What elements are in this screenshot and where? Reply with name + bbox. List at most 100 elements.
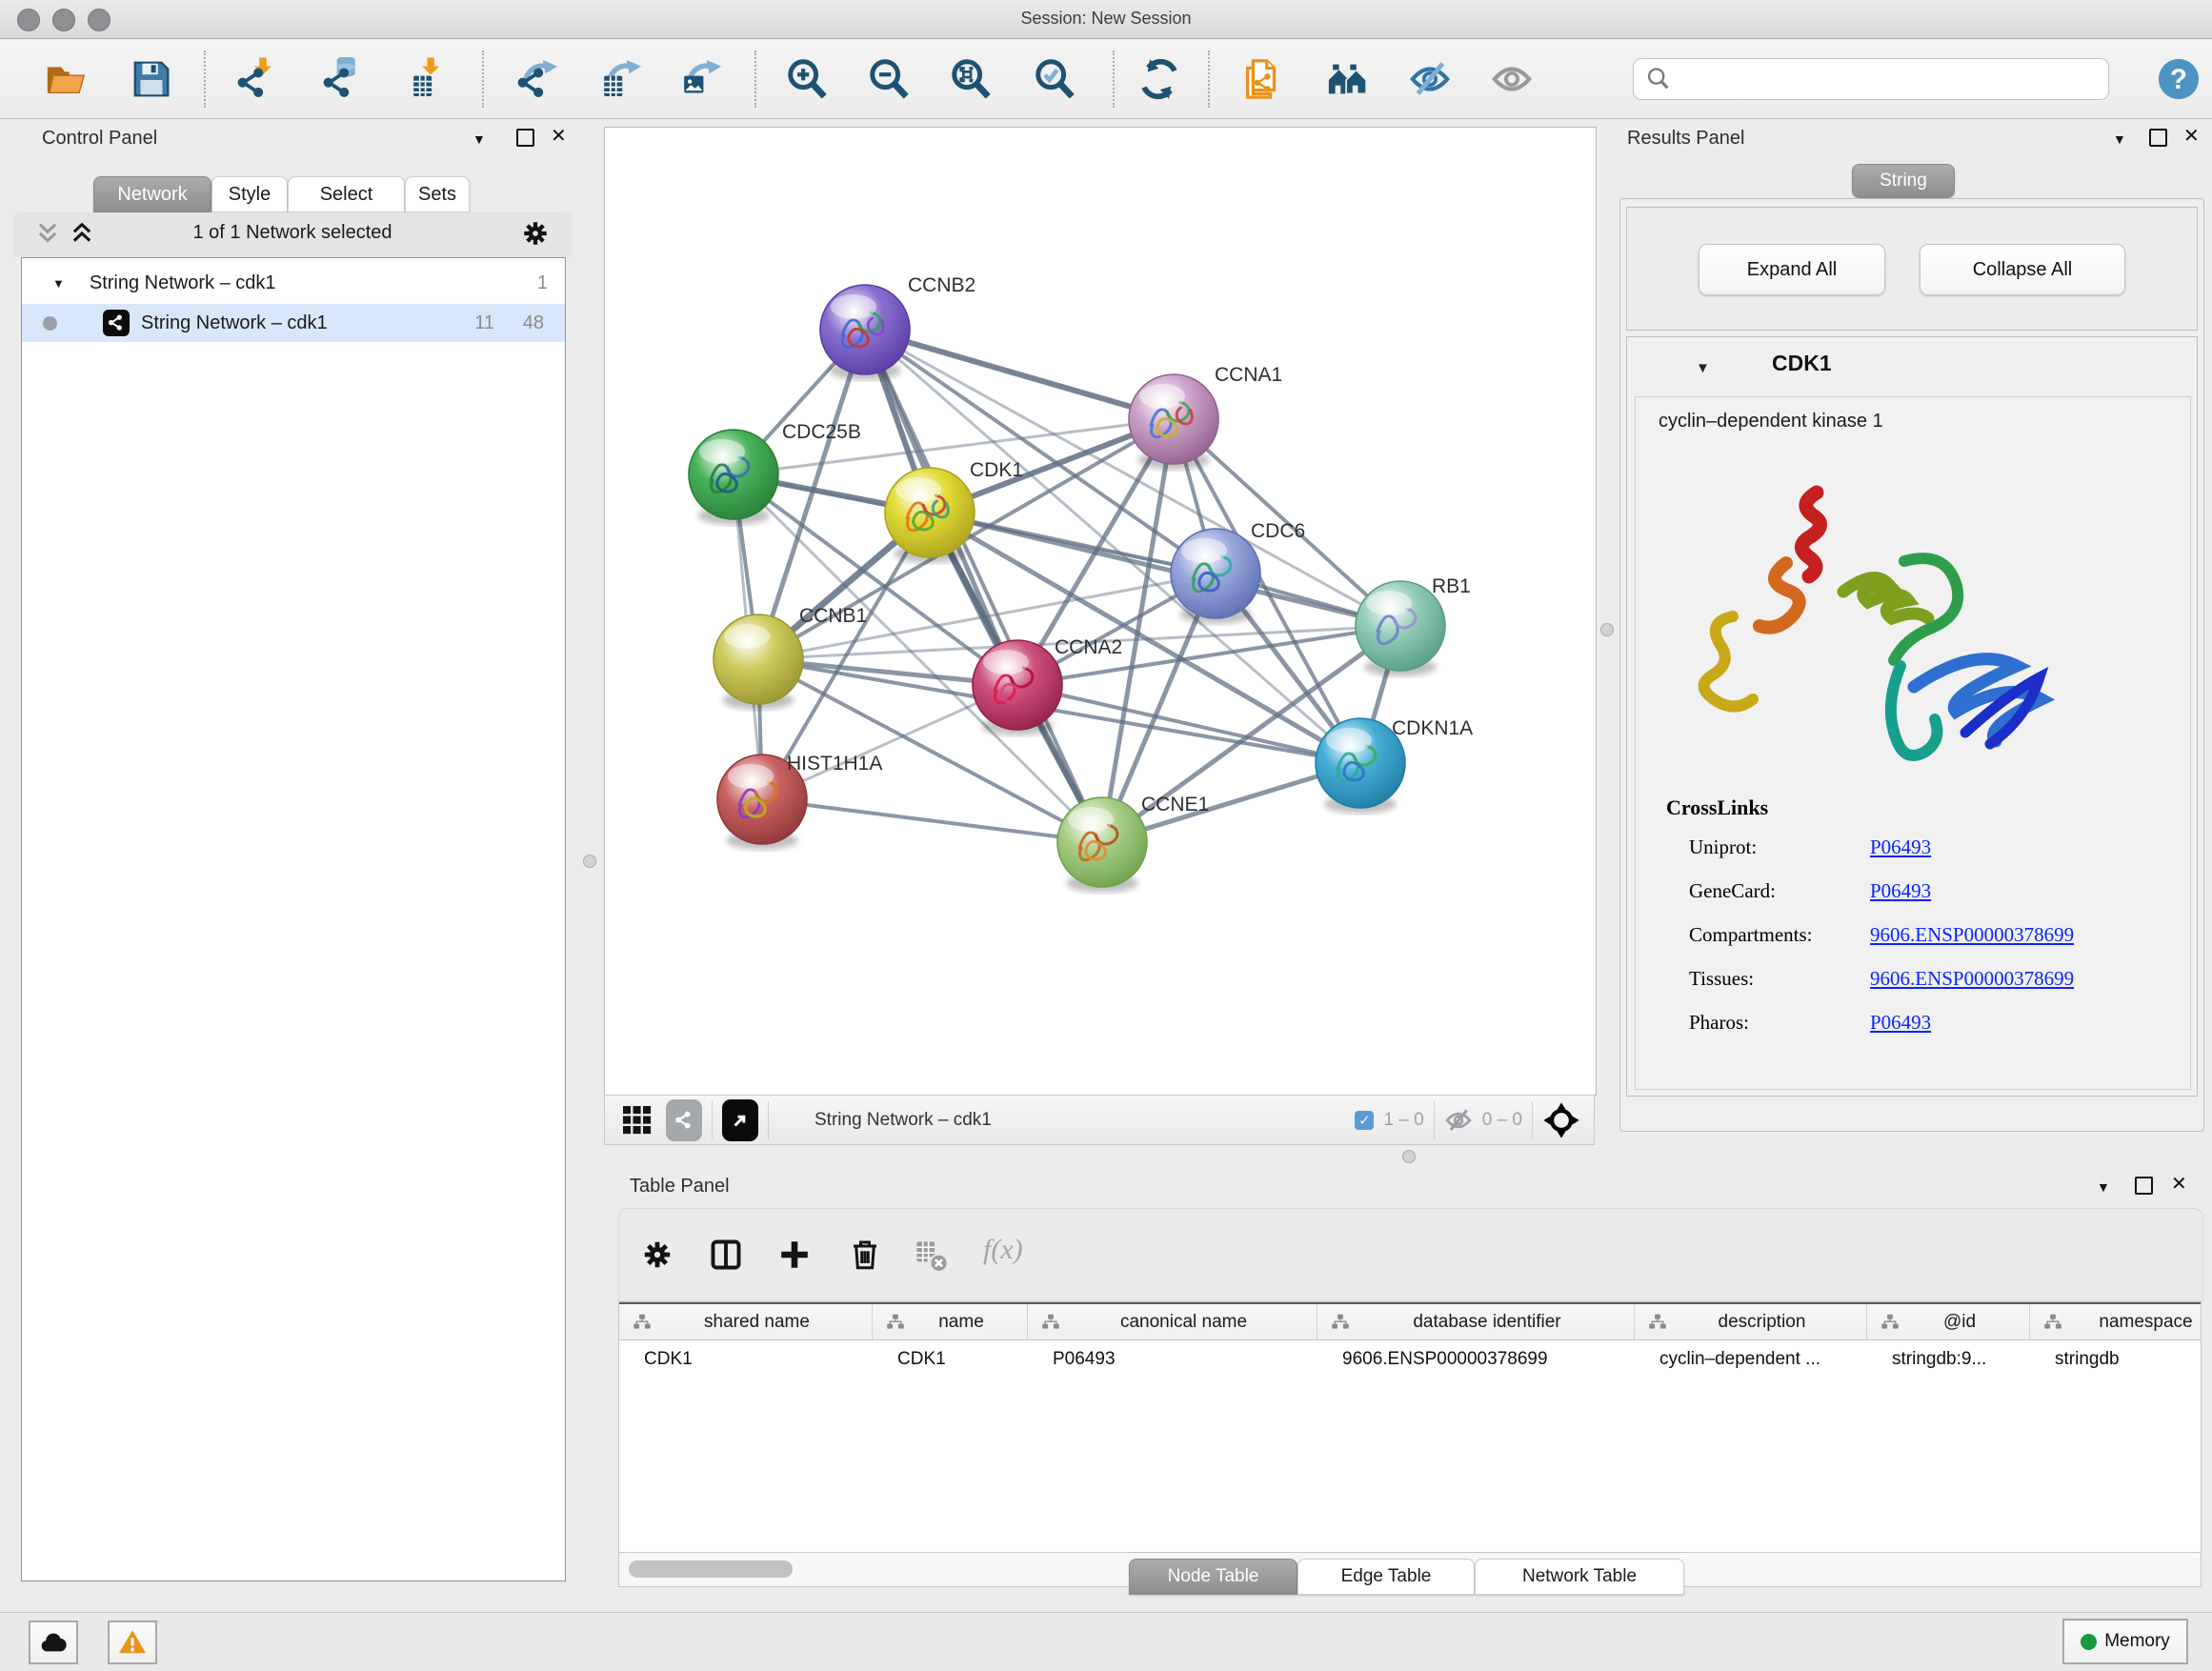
add-column-icon[interactable] — [775, 1236, 814, 1274]
network-node[interactable]: HIST1H1A — [717, 753, 882, 850]
share-view-icon[interactable] — [666, 1099, 702, 1141]
close-panel-icon[interactable]: ✕ — [2183, 127, 2200, 146]
help-icon[interactable]: ? — [2155, 55, 2202, 103]
right-splitter-handle[interactable] — [1600, 623, 1614, 636]
network-edge[interactable] — [762, 799, 1102, 842]
memory-button[interactable]: Memory — [2062, 1619, 2188, 1664]
collapse-entry-icon[interactable]: ▼ — [1696, 360, 1710, 376]
bottom-splitter-handle[interactable] — [1402, 1150, 1416, 1163]
crosslink-value-link[interactable]: 9606.ENSP00000378699 — [1870, 967, 2074, 991]
column-header[interactable]: database identifier — [1317, 1304, 1635, 1339]
open-session-icon[interactable] — [42, 55, 90, 103]
table-row[interactable]: CDK1CDK1P064939606.ENSP00000378699cyclin… — [619, 1340, 2201, 1379]
tab-style[interactable]: Style — [211, 176, 288, 212]
hidden-eye-icon[interactable] — [1444, 1106, 1473, 1135]
crosslink-label: Compartments: — [1689, 923, 1813, 947]
tab-select[interactable]: Select — [288, 176, 405, 212]
table-options-icon[interactable] — [638, 1236, 676, 1274]
network-home-icon[interactable] — [1324, 55, 1372, 103]
export-network-icon[interactable] — [513, 55, 560, 103]
float-panel-icon[interactable] — [2149, 129, 2167, 147]
left-splitter-handle[interactable] — [583, 855, 596, 868]
zoom-in-icon[interactable] — [783, 55, 831, 103]
expand-all-button[interactable]: Expand All — [1699, 244, 1885, 295]
tab-string[interactable]: String — [1852, 164, 1955, 198]
network-node[interactable]: CCNB2 — [820, 274, 975, 380]
panel-menu-icon[interactable]: ▼ — [473, 130, 486, 149]
tab-network-table[interactable]: Network Table — [1475, 1559, 1684, 1595]
column-header[interactable]: canonical name — [1028, 1304, 1317, 1339]
tab-edge-table[interactable]: Edge Table — [1297, 1559, 1475, 1595]
network-node[interactable]: CDKN1A — [1316, 717, 1473, 814]
float-panel-icon[interactable] — [516, 129, 534, 147]
table-cell[interactable]: cyclin–dependent ... — [1635, 1349, 1867, 1370]
network-collection-row[interactable]: ▼ String Network – cdk1 1 — [22, 264, 565, 302]
table-cell[interactable]: P06493 — [1028, 1349, 1317, 1370]
column-header[interactable]: namespace — [2030, 1304, 2202, 1339]
cloud-button[interactable] — [29, 1621, 78, 1664]
search-field[interactable] — [1633, 58, 2109, 100]
network-node[interactable]: CDK1 — [885, 459, 1023, 563]
results-panel: Results Panel ▼ ✕ String Expand All Coll… — [1619, 124, 2204, 1134]
network-row[interactable]: String Network – cdk1 11 48 — [22, 304, 565, 342]
close-panel-icon[interactable]: ✕ — [551, 127, 567, 146]
save-session-icon[interactable] — [128, 55, 175, 103]
column-header[interactable]: @id — [1867, 1304, 2030, 1339]
zoom-fit-icon[interactable] — [947, 55, 995, 103]
network-edge[interactable] — [865, 330, 1102, 842]
column-header[interactable]: name — [873, 1304, 1028, 1339]
export-image-icon[interactable] — [676, 55, 724, 103]
crosslink-value-link[interactable]: P06493 — [1870, 879, 1931, 903]
show-view-icon[interactable] — [1488, 55, 1536, 103]
float-panel-icon[interactable] — [2135, 1177, 2153, 1195]
network-node[interactable]: CDC6 — [1171, 520, 1305, 624]
selected-nodes-checkbox[interactable]: ✓ — [1355, 1111, 1374, 1130]
zoom-out-icon[interactable] — [865, 55, 913, 103]
tab-node-table[interactable]: Node Table — [1129, 1559, 1297, 1595]
tab-network[interactable]: Network — [93, 176, 211, 212]
show-columns-icon[interactable] — [707, 1236, 745, 1274]
crosslink-value-link[interactable]: 9606.ENSP00000378699 — [1870, 923, 2074, 947]
panel-menu-icon[interactable]: ▼ — [2097, 1178, 2110, 1197]
tab-sets[interactable]: Sets — [405, 176, 470, 212]
network-node[interactable]: CCNA1 — [1129, 364, 1282, 470]
birdseye-navigator-icon[interactable] — [1542, 1101, 1580, 1139]
clone-network-icon[interactable] — [1238, 55, 1286, 103]
column-header[interactable]: description — [1635, 1304, 1867, 1339]
network-node[interactable]: CCNE1 — [1057, 794, 1209, 893]
network-edge[interactable] — [930, 513, 1400, 626]
table-cell[interactable]: CDK1 — [619, 1349, 873, 1370]
network-edge[interactable] — [865, 330, 1174, 419]
panel-menu-icon[interactable]: ▼ — [2113, 130, 2126, 149]
detach-view-icon[interactable] — [722, 1099, 758, 1141]
search-input[interactable] — [1672, 69, 2076, 91]
hide-selected-icon[interactable] — [1406, 55, 1454, 103]
column-header[interactable]: shared name — [619, 1304, 873, 1339]
table-cell[interactable]: CDK1 — [873, 1349, 1028, 1370]
network-list-options-icon[interactable] — [520, 218, 551, 249]
table-cell[interactable]: 9606.ENSP00000378699 — [1317, 1349, 1635, 1370]
node-label: CDC25B — [782, 421, 861, 443]
import-table-icon[interactable] — [404, 55, 452, 103]
network-node[interactable]: CDC25B — [689, 421, 861, 525]
warning-button[interactable] — [108, 1621, 157, 1664]
close-panel-icon[interactable]: ✕ — [2171, 1175, 2187, 1194]
table-cell[interactable]: stringdb:9... — [1867, 1349, 2030, 1370]
node-label: CCNA2 — [1055, 636, 1122, 658]
refresh-view-icon[interactable] — [1136, 55, 1183, 103]
crosslink-value-link[interactable]: P06493 — [1870, 836, 1931, 859]
grid-view-icon[interactable] — [620, 1103, 654, 1137]
collapse-all-button[interactable]: Collapse All — [1920, 244, 2125, 295]
import-network-database-icon[interactable] — [318, 55, 366, 103]
delete-column-icon[interactable] — [846, 1236, 884, 1274]
network-node[interactable]: RB1 — [1356, 575, 1471, 676]
network-list-header: 1 of 1 Network selected — [13, 212, 572, 257]
export-table-icon[interactable] — [596, 55, 644, 103]
crosslink-value-link[interactable]: P06493 — [1870, 1011, 1931, 1035]
table-cell[interactable]: stringdb — [2030, 1349, 2202, 1370]
collapse-arrow-icon[interactable]: ▼ — [52, 276, 65, 291]
zoom-selected-icon[interactable] — [1031, 55, 1078, 103]
import-network-file-icon[interactable] — [232, 55, 280, 103]
network-canvas[interactable]: CCNB2CCNA1CDC25BCDK1CDC6RB1CCNB1CCNA2CDK… — [604, 127, 1597, 1096]
hscrollbar-thumb[interactable] — [629, 1560, 793, 1578]
